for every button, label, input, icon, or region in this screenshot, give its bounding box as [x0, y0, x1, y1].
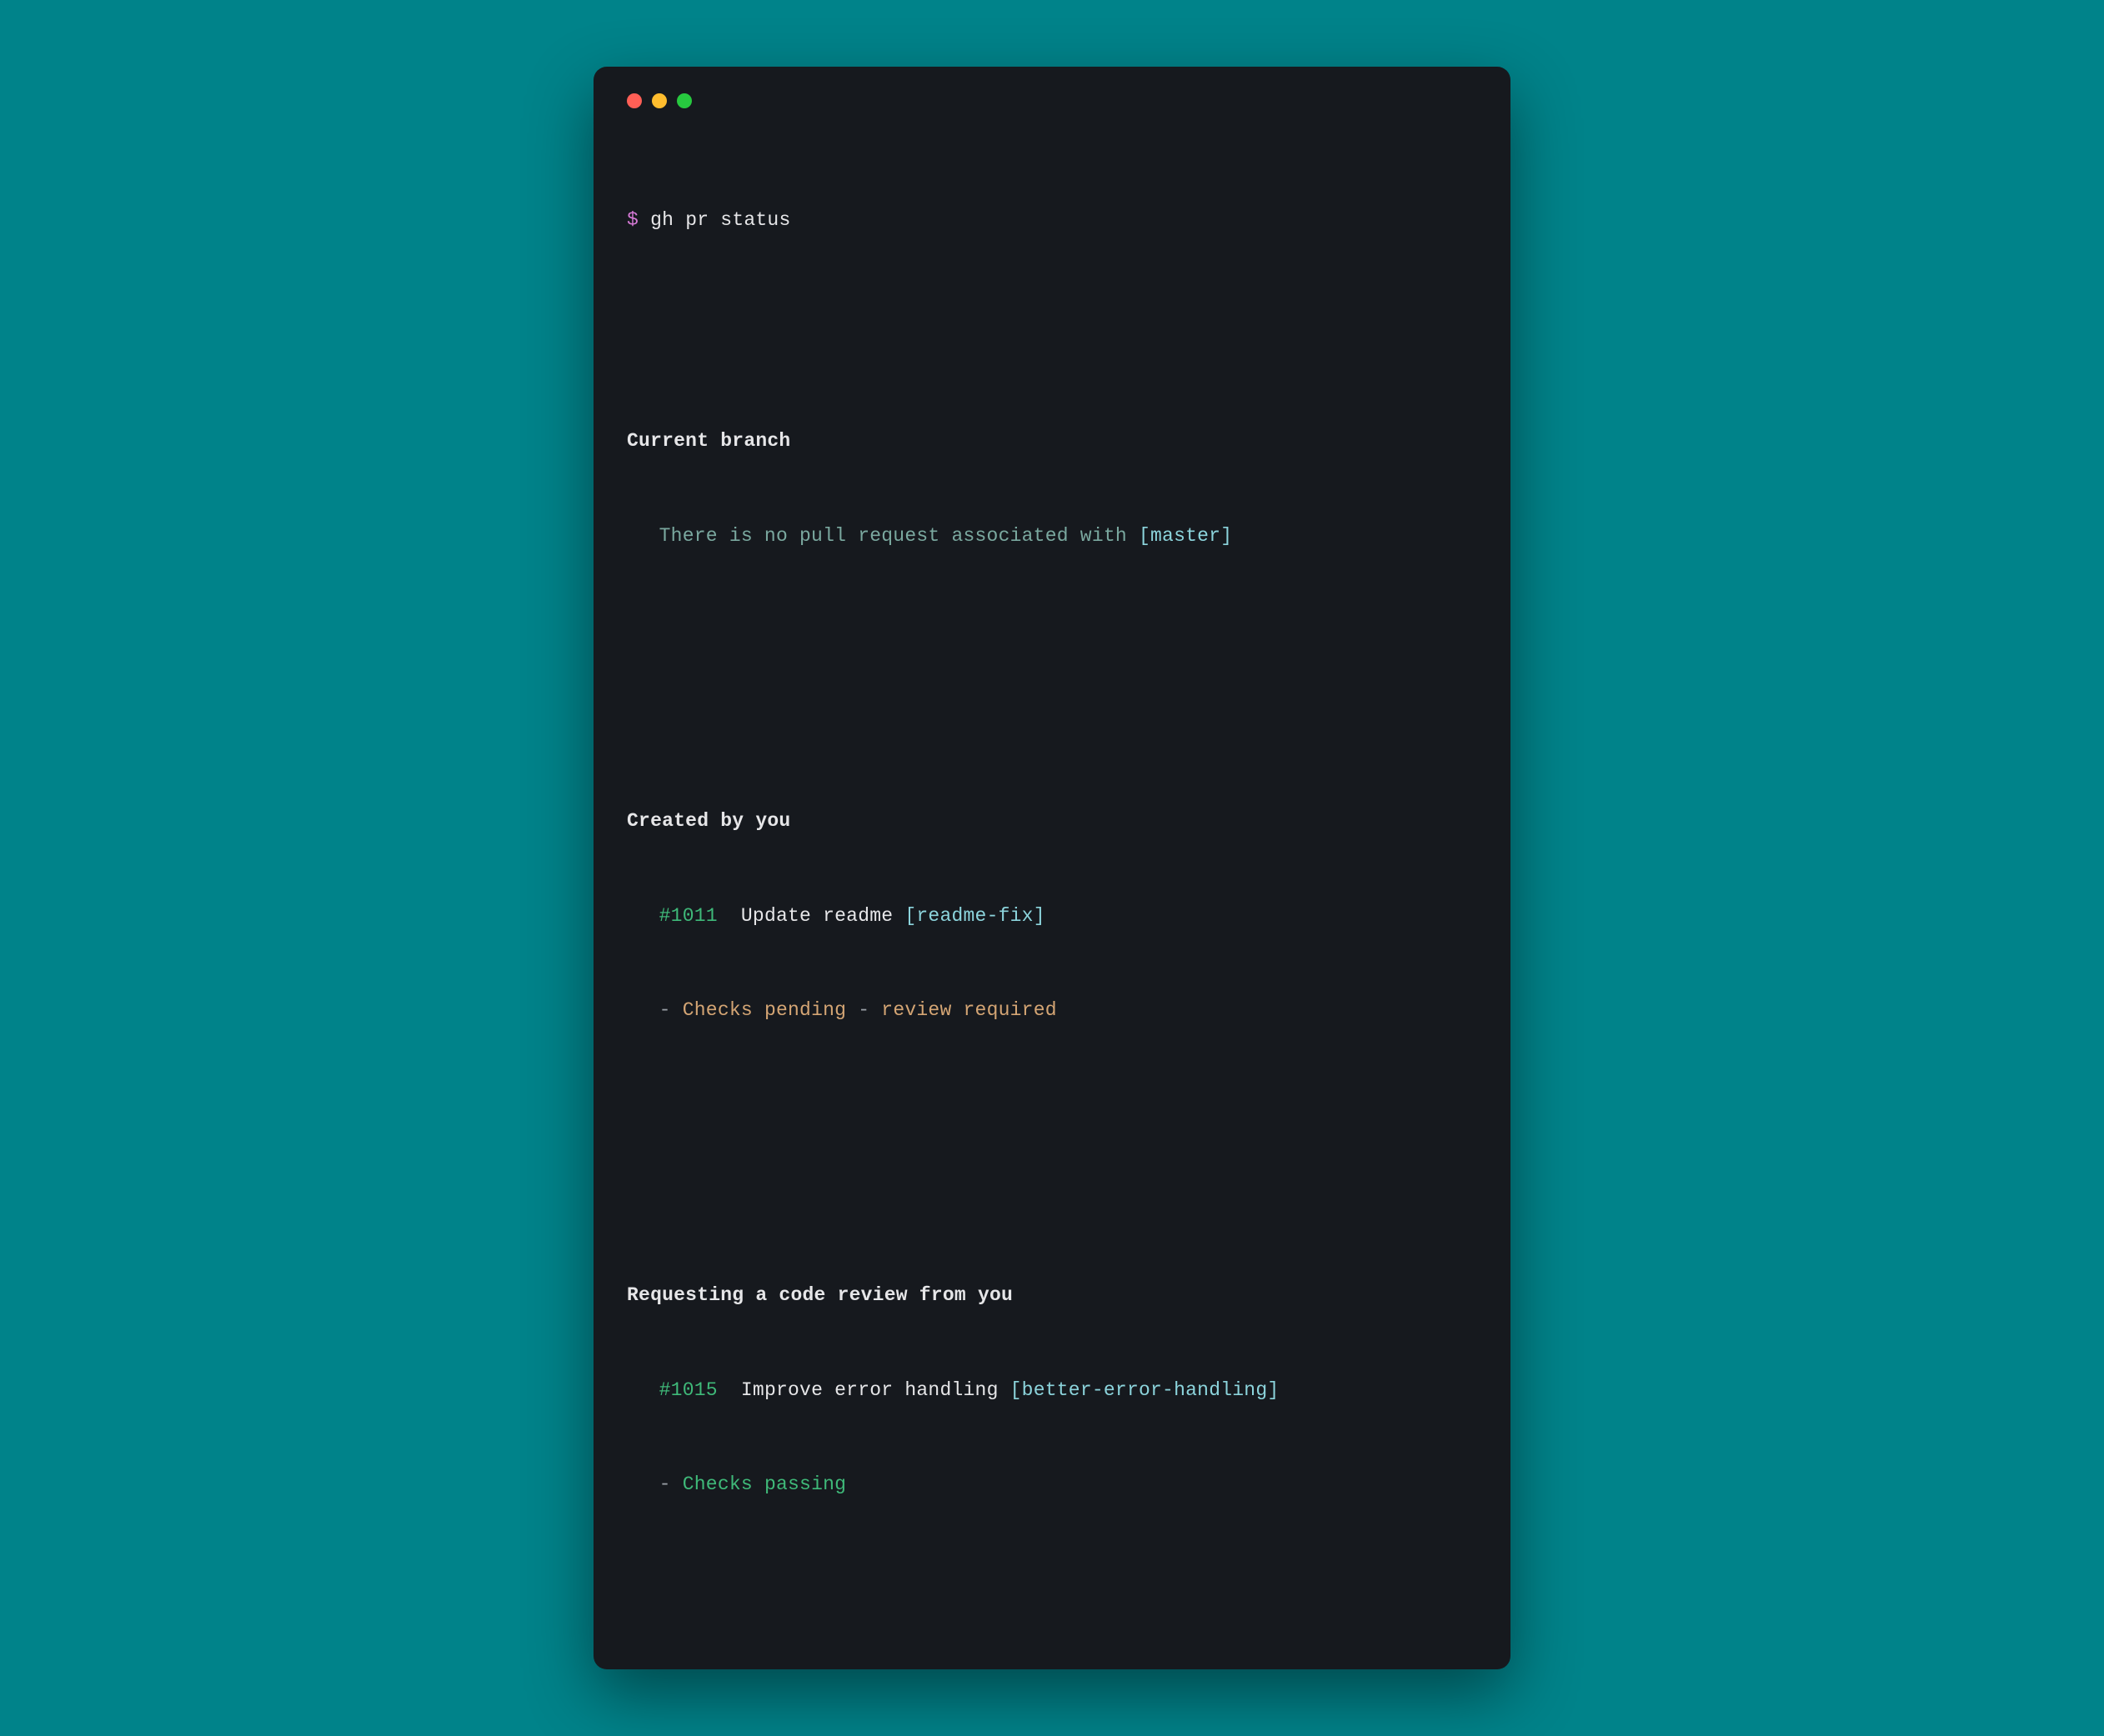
section-header: Current branch	[627, 426, 1477, 458]
section-current-branch: Current branch There is no pull request …	[627, 363, 1477, 617]
section-header: Created by you	[627, 806, 1477, 838]
window-controls	[627, 93, 1477, 108]
dash: -	[659, 999, 683, 1021]
pr-number: #1015	[659, 1379, 718, 1401]
maximize-icon[interactable]	[677, 93, 692, 108]
pr-number: #1011	[659, 905, 718, 927]
pr-status-line: - Checks pending - review required	[627, 995, 1477, 1027]
dash: -	[659, 1473, 683, 1495]
minimize-icon[interactable]	[652, 93, 667, 108]
pr-branch: [better-error-handling]	[1010, 1379, 1280, 1401]
branch-message-text: There is no pull request associated with	[659, 525, 1139, 547]
section-created-by-you: Created by you #1011 Update readme [read…	[627, 743, 1477, 1090]
pr-status-line: - Checks passing	[627, 1469, 1477, 1501]
pr-branch: [readme-fix]	[904, 905, 1044, 927]
pr-title: Update readme	[741, 905, 904, 927]
terminal-window: $ gh pr status Current branch There is n…	[594, 67, 1510, 1669]
checks-status: Checks pending	[683, 999, 846, 1021]
command-line: $ gh pr status	[627, 205, 1477, 237]
terminal-content: $ gh pr status Current branch There is n…	[627, 142, 1477, 1628]
section-requesting-review: Requesting a code review from you #1015 …	[627, 1217, 1477, 1564]
dash: -	[846, 999, 881, 1021]
command-text: gh pr status	[650, 209, 790, 231]
close-icon[interactable]	[627, 93, 642, 108]
review-status: review required	[881, 999, 1056, 1021]
pr-line: #1015 Improve error handling [better-err…	[627, 1375, 1477, 1407]
pr-line: #1011 Update readme [readme-fix]	[627, 901, 1477, 933]
section-header: Requesting a code review from you	[627, 1280, 1477, 1312]
current-branch-message: There is no pull request associated with…	[627, 521, 1477, 553]
pr-title: Improve error handling	[741, 1379, 1010, 1401]
branch-name: [master]	[1139, 525, 1232, 547]
checks-status: Checks passing	[683, 1473, 846, 1495]
prompt-symbol: $	[627, 209, 639, 231]
